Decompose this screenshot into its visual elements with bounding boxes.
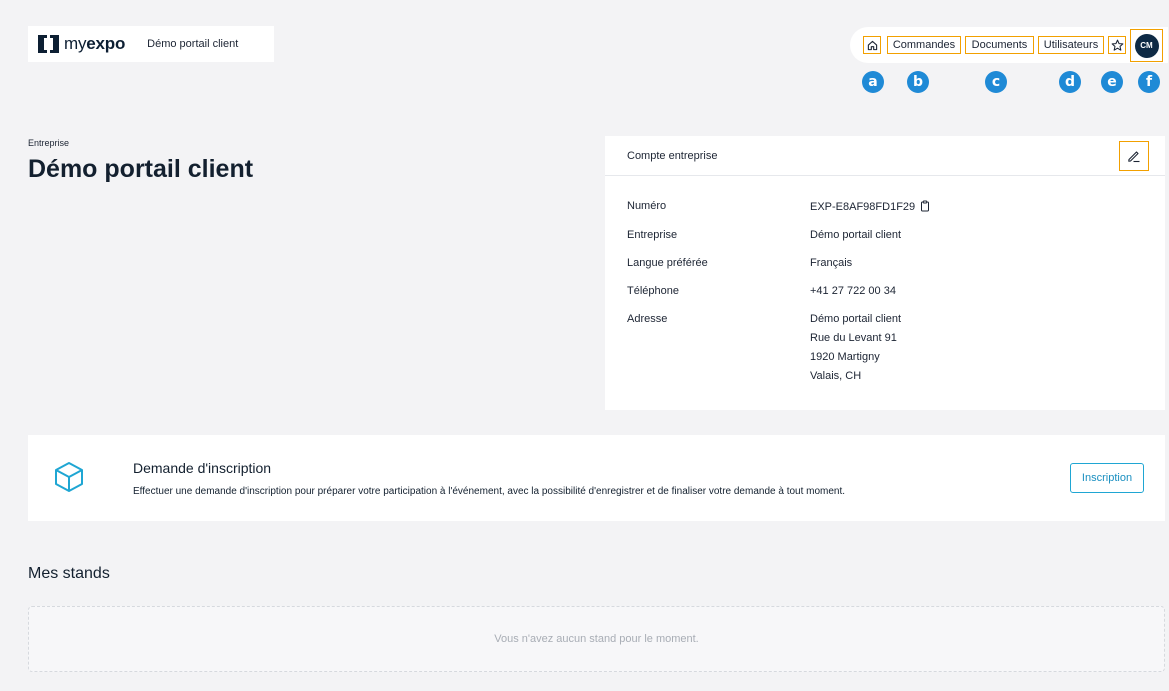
top-navigation: Commandes Documents Utilisateurs CM [850, 27, 1168, 63]
field-label: Téléphone [627, 285, 679, 297]
annotation-badge-c: c [985, 71, 1007, 93]
field-value: +41 27 722 00 34 [810, 285, 896, 297]
annotation-badge-d: d [1059, 71, 1081, 93]
field-label: Entreprise [627, 229, 678, 241]
address-line: Rue du Levant 91 [810, 332, 897, 344]
portal-name: Démo portail client [147, 38, 239, 50]
nav-favorites-button[interactable] [1108, 36, 1126, 54]
inscription-description: Effectuer une demande d'inscription pour… [133, 486, 846, 497]
field-value-address: Démo portail client Rue du Levant 91 192… [810, 310, 901, 386]
inscription-banner: Demande d'inscription Effectuer une dema… [28, 435, 1165, 521]
avatar: CM [1134, 33, 1159, 58]
stands-section-title: Mes stands [28, 565, 110, 582]
address-line: Valais, CH [810, 370, 862, 382]
nav-home-button[interactable] [863, 36, 881, 54]
address-line: Démo portail client [810, 313, 902, 325]
stands-empty-state: Vous n'avez aucun stand pour le moment. [28, 606, 1165, 672]
field-label: Langue préférée [627, 257, 708, 269]
address-line: 1920 Martigny [810, 351, 880, 363]
empty-state-message: Vous n'avez aucun stand pour le moment. [494, 633, 699, 645]
logo-text: myexpo [64, 34, 126, 53]
field-value: Démo portail client [810, 229, 902, 241]
pencil-icon [1128, 151, 1140, 163]
nav-utilisateurs[interactable]: Utilisateurs [1038, 36, 1104, 54]
annotation-badge-f: f [1138, 71, 1160, 93]
breadcrumb: Entreprise [28, 138, 70, 148]
brand-bar: myexpo Démo portail client [28, 26, 274, 62]
annotation-badge-b: b [907, 71, 929, 93]
annotation-badge-e: e [1101, 71, 1123, 93]
account-card-title: Compte entreprise [627, 149, 718, 162]
field-value: EXP-E8AF98FD1F29 [810, 200, 930, 215]
account-card: Compte entreprise Numéro EXP-E8AF98FD1F2… [605, 136, 1165, 410]
nav-commandes[interactable]: Commandes [887, 36, 961, 54]
home-icon [867, 40, 877, 50]
inscription-button[interactable]: Inscription [1070, 463, 1144, 493]
field-label: Adresse [627, 313, 668, 325]
user-menu-button[interactable]: CM [1130, 29, 1163, 62]
nav-documents[interactable]: Documents [965, 36, 1034, 54]
myexpo-logo[interactable]: myexpo [38, 34, 125, 54]
field-label: Numéro [627, 200, 667, 212]
inscription-title: Demande d'inscription [133, 460, 272, 476]
star-icon [1111, 39, 1123, 51]
logo-icon [38, 35, 60, 53]
page-title: Démo portail client [28, 155, 254, 183]
annotation-badge-a: a [862, 71, 884, 93]
field-value: Français [810, 257, 853, 269]
copy-icon[interactable] [920, 200, 930, 215]
edit-account-button[interactable] [1119, 141, 1149, 171]
account-card-header: Compte entreprise [605, 136, 1165, 176]
cube-icon [55, 462, 83, 492]
account-number: EXP-E8AF98FD1F29 [810, 201, 916, 213]
